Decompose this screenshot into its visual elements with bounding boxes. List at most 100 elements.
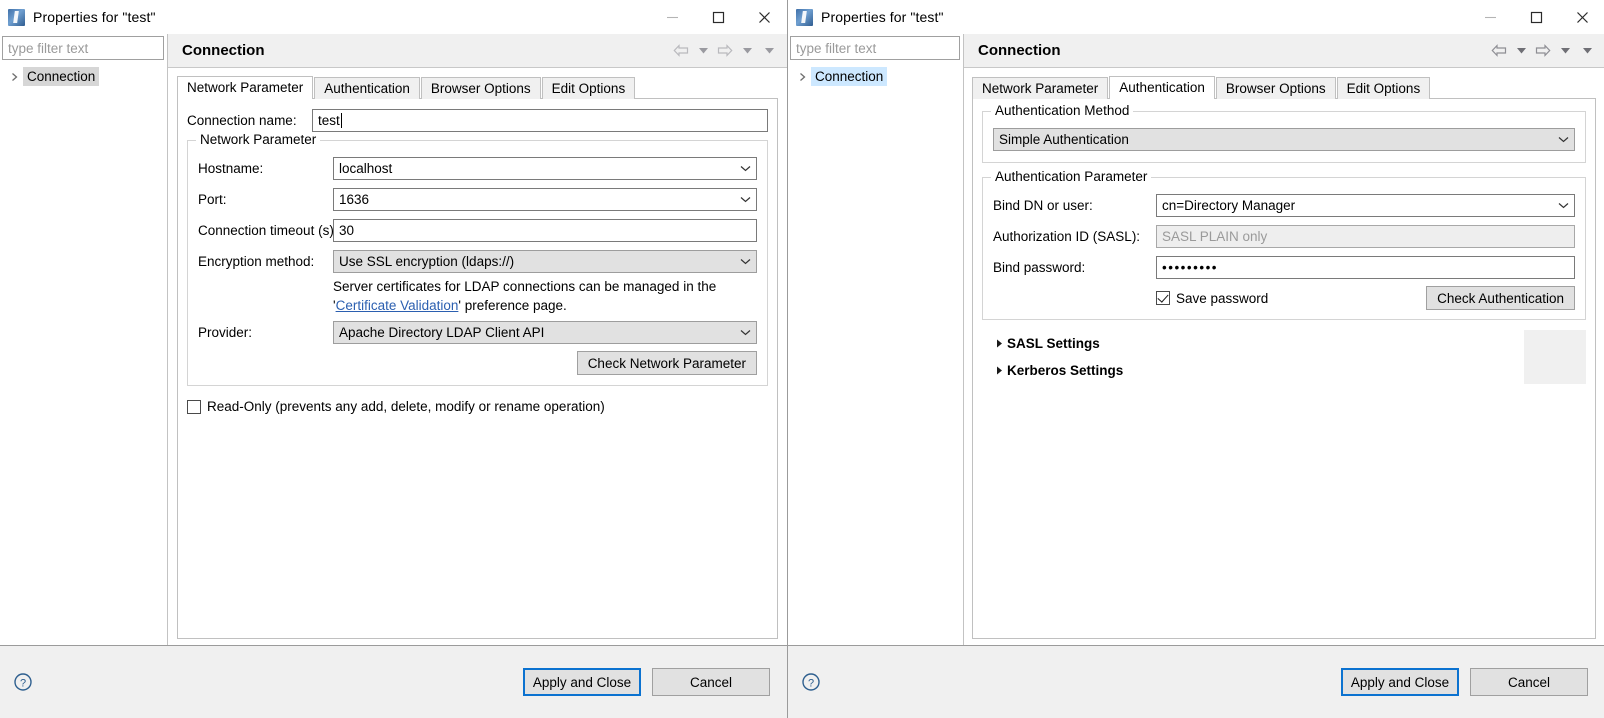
tab-authentication[interactable]: Authentication	[314, 77, 420, 99]
cancel-button[interactable]: Cancel	[1470, 668, 1588, 696]
back-arrow-icon[interactable]	[671, 40, 691, 62]
tree-item-label: Connection	[811, 67, 887, 86]
port-row: Port: 1636	[198, 188, 757, 211]
forward-dropdown-chevron-down-icon[interactable]	[737, 40, 757, 62]
forward-arrow-icon[interactable]	[1533, 40, 1553, 62]
read-only-checkbox[interactable]	[187, 400, 201, 414]
close-icon[interactable]	[741, 0, 787, 34]
hostname-label: Hostname:	[198, 161, 333, 176]
app-icon	[796, 9, 813, 26]
expandable-sections: SASL Settings Kerberos Settings	[982, 330, 1586, 384]
sasl-settings-label: SASL Settings	[1007, 336, 1100, 351]
tab-browser-options[interactable]: Browser Options	[1216, 77, 1336, 99]
bind-password-row: Bind password: •••••••••	[993, 256, 1575, 279]
pane-content-left: Network Parameter Authentication Browser…	[168, 68, 787, 645]
chevron-right-icon[interactable]	[6, 72, 23, 82]
window-title: Properties for "test"	[821, 9, 944, 25]
back-dropdown-chevron-down-icon[interactable]	[693, 40, 713, 62]
chevron-down-icon[interactable]	[736, 196, 754, 203]
tree-item-connection[interactable]: Connection	[0, 66, 167, 87]
close-icon[interactable]	[1559, 0, 1604, 34]
maximize-icon[interactable]	[1513, 0, 1559, 34]
connection-name-row: Connection name: test	[187, 109, 768, 132]
encryption-method-value: Use SSL encryption (ldaps://)	[339, 254, 514, 269]
cancel-button[interactable]: Cancel	[652, 668, 770, 696]
connection-timeout-row: Connection timeout (s): 30	[198, 219, 757, 242]
save-password-checkbox[interactable]	[1156, 291, 1170, 305]
check-network-parameter-button[interactable]: Check Network Parameter	[577, 351, 757, 375]
save-password-row: Save password Check Authentication	[993, 286, 1575, 310]
tab-network-parameter[interactable]: Network Parameter	[972, 77, 1108, 99]
authentication-method-value: Simple Authentication	[999, 132, 1129, 147]
help-icon[interactable]: ?	[13, 672, 33, 692]
filter-placeholder: type filter text	[8, 41, 88, 56]
encryption-method-combobox[interactable]: Use SSL encryption (ldaps://)	[333, 250, 757, 273]
minimize-icon[interactable]	[1467, 0, 1513, 34]
connection-timeout-input[interactable]: 30	[333, 219, 757, 242]
chevron-down-icon[interactable]	[736, 329, 754, 336]
tab-browser-options[interactable]: Browser Options	[421, 77, 541, 99]
read-only-checkbox-row[interactable]: Read-Only (prevents any add, delete, mod…	[187, 399, 768, 414]
navigation-column-right: type filter text Connection	[788, 34, 963, 645]
check-authentication-button[interactable]: Check Authentication	[1426, 286, 1575, 310]
forward-dropdown-chevron-down-icon[interactable]	[1555, 40, 1575, 62]
authorization-id-label: Authorization ID (SASL):	[993, 229, 1156, 244]
encryption-method-row: Encryption method: Use SSL encryption (l…	[198, 250, 757, 273]
tab-edit-options[interactable]: Edit Options	[542, 77, 636, 99]
provider-combobox[interactable]: Apache Directory LDAP Client API	[333, 321, 757, 344]
tab-network-parameter[interactable]: Network Parameter	[177, 76, 313, 99]
certificate-validation-link[interactable]: Certificate Validation	[336, 298, 459, 313]
forward-arrow-icon[interactable]	[715, 40, 735, 62]
connection-name-input[interactable]: test	[312, 109, 768, 132]
footer-buttons-left: Apply and Close Cancel	[523, 668, 770, 696]
port-label: Port:	[198, 192, 333, 207]
back-arrow-icon[interactable]	[1489, 40, 1509, 62]
expand-triangle-right-icon[interactable]	[991, 366, 1007, 375]
settings-tree-left: Connection	[0, 60, 167, 645]
apply-and-close-button[interactable]: Apply and Close	[1341, 668, 1459, 696]
certificate-hint: Server certificates for LDAP connections…	[333, 277, 757, 315]
settings-tree-right: Connection	[788, 60, 963, 645]
content-pane-left: Connection	[167, 34, 787, 645]
save-password-checkbox-row[interactable]: Save password	[1156, 291, 1426, 306]
window-controls-left	[649, 0, 787, 34]
chevron-down-icon[interactable]	[1554, 136, 1572, 143]
pane-menu-chevron-down-icon[interactable]	[759, 40, 779, 62]
bind-dn-row: Bind DN or user: cn=Directory Manager	[993, 194, 1575, 217]
bind-password-value: •••••••••	[1162, 260, 1218, 275]
filter-input[interactable]: type filter text	[2, 36, 164, 60]
sasl-settings-section[interactable]: SASL Settings	[982, 330, 1586, 357]
minimize-icon[interactable]	[649, 0, 695, 34]
authentication-method-group-label: Authentication Method	[991, 103, 1133, 118]
chevron-down-icon[interactable]	[1554, 202, 1572, 209]
tree-item-connection[interactable]: Connection	[788, 66, 963, 87]
connection-timeout-label: Connection timeout (s):	[198, 223, 333, 238]
properties-window-right: Properties for "test" type filter text	[787, 0, 1604, 718]
provider-value: Apache Directory LDAP Client API	[339, 325, 544, 340]
kerberos-settings-section[interactable]: Kerberos Settings	[982, 357, 1586, 384]
chevron-down-icon[interactable]	[736, 258, 754, 265]
titlebar-right: Properties for "test"	[788, 0, 1604, 34]
authorization-id-input[interactable]: SASL PLAIN only	[1156, 225, 1575, 248]
footer-buttons-right: Apply and Close Cancel	[1341, 668, 1588, 696]
bind-password-input[interactable]: •••••••••	[1156, 256, 1575, 279]
chevron-down-icon[interactable]	[736, 165, 754, 172]
filter-input[interactable]: type filter text	[790, 36, 960, 60]
pane-header-right: Connection	[964, 34, 1604, 67]
certificate-hint-suffix: ' preference page.	[458, 298, 566, 313]
tab-edit-options[interactable]: Edit Options	[1337, 77, 1431, 99]
apply-and-close-button[interactable]: Apply and Close	[523, 668, 641, 696]
maximize-icon[interactable]	[695, 0, 741, 34]
authentication-method-combobox[interactable]: Simple Authentication	[993, 128, 1575, 151]
hostname-combobox[interactable]: localhost	[333, 157, 757, 180]
chevron-right-icon[interactable]	[794, 72, 811, 82]
back-dropdown-chevron-down-icon[interactable]	[1511, 40, 1531, 62]
expand-triangle-right-icon[interactable]	[991, 339, 1007, 348]
pane-menu-chevron-down-icon[interactable]	[1577, 40, 1597, 62]
properties-window-left: Properties for "test" type filter text	[0, 0, 787, 718]
help-icon[interactable]: ?	[801, 672, 821, 692]
bind-dn-combobox[interactable]: cn=Directory Manager	[1156, 194, 1575, 217]
port-combobox[interactable]: 1636	[333, 188, 757, 211]
port-value: 1636	[339, 192, 369, 207]
tab-authentication[interactable]: Authentication	[1109, 76, 1215, 99]
